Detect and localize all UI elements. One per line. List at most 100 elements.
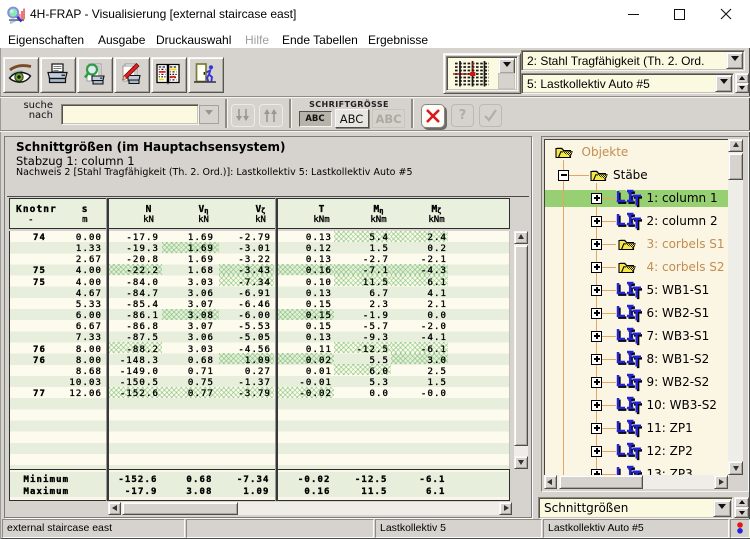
- table-row[interactable]: 7.33-87.53.06-5.050.13-9.3-4.1: [10, 331, 509, 342]
- tree-expander-plus[interactable]: [591, 285, 602, 296]
- tree-vscroll-track[interactable]: [728, 152, 743, 461]
- fontsize-small-button[interactable]: ABC: [299, 111, 332, 127]
- tree-item-2-column-2[interactable]: 2: column 2: [647, 214, 718, 228]
- menu-item-ende-tabellen[interactable]: Ende Tabellen: [282, 33, 358, 47]
- vscroll-down-button[interactable]: [514, 456, 528, 469]
- member-icon[interactable]: [615, 327, 642, 346]
- tree-vscrollbar[interactable]: [728, 139, 743, 475]
- table-vscrollbar[interactable]: [514, 231, 528, 469]
- menu-item-eigenschaften[interactable]: Eigenschaften: [8, 33, 84, 47]
- tree-vscroll-thumb[interactable]: [728, 153, 743, 180]
- table-row[interactable]: 4.67-84.73.06-6.910.136.74.1: [10, 286, 509, 297]
- tree-expander-plus[interactable]: [591, 193, 602, 204]
- tree-expander-plus[interactable]: [591, 446, 602, 457]
- table-row[interactable]: 768.00-88.23.03-4.560.11-12.5-6.1: [10, 342, 509, 353]
- tree-item-9-wb2-s2[interactable]: 9: WB2-S2: [647, 375, 710, 389]
- tree-hscroll-left-button[interactable]: [544, 475, 558, 489]
- search-combo[interactable]: [61, 104, 199, 125]
- tree-item-7-wb3-s1[interactable]: 7: WB3-S1: [647, 329, 710, 343]
- toolbar-button-print-select[interactable]: [114, 57, 150, 93]
- member-icon[interactable]: [615, 350, 642, 369]
- tree-expander-plus[interactable]: [591, 377, 602, 388]
- menu-item-druckauswahl[interactable]: Druckauswahl: [156, 33, 231, 47]
- toolbar-button-book[interactable]: [151, 57, 187, 93]
- tree-item-1-column-1[interactable]: 1: column 1: [647, 191, 718, 205]
- lastkollektiv-combo-dropdown-button[interactable]: [715, 75, 732, 92]
- hscroll-left-button[interactable]: [108, 502, 121, 516]
- member-icon[interactable]: [615, 281, 642, 300]
- tree-expander-plus[interactable]: [591, 354, 602, 365]
- tree-expander-plus[interactable]: [591, 216, 602, 227]
- table-row[interactable]: 754.00-22.21.68-3.430.16-7.1-4.3: [10, 264, 509, 275]
- table-row[interactable]: 768.00-148.30.681.090.025.53.0: [10, 353, 509, 364]
- tree-expander-plus[interactable]: [591, 308, 602, 319]
- table-row[interactable]: 7712.06-152.60.77-3.79-0.020.0-0.0: [10, 387, 509, 398]
- table-row[interactable]: 2.67-20.81.69-3.220.13-2.7-2.1: [10, 253, 509, 264]
- member-icon[interactable]: [615, 212, 642, 231]
- table-body[interactable]: 740.00-17.91.69-2.790.135.42.41.33-19.31…: [9, 231, 510, 469]
- tree-item-10-wb3-s2[interactable]: 10: WB3-S2: [647, 398, 717, 412]
- member-icon[interactable]: [615, 419, 642, 438]
- toolbar-button-printer[interactable]: [40, 57, 76, 93]
- folder-icon[interactable]: [555, 145, 573, 159]
- tree-expander-plus[interactable]: [591, 331, 602, 342]
- result-type-combo[interactable]: Schnittgrößen: [538, 497, 733, 519]
- tree-hscroll-right-button[interactable]: [714, 475, 728, 489]
- member-icon[interactable]: [615, 189, 642, 208]
- table-row[interactable]: 754.00-84.03.03-7.340.1011.56.1: [10, 275, 509, 286]
- result-type-dropdown-button[interactable]: [713, 500, 731, 517]
- hscroll-right-button[interactable]: [499, 502, 512, 516]
- tree-hscrollbar[interactable]: [544, 475, 728, 489]
- tree-item-5-wb1-s1[interactable]: 5: WB1-S1: [647, 283, 710, 297]
- table-row[interactable]: 740.00-17.91.69-2.790.135.42.4: [10, 231, 509, 242]
- tree-expander-plus[interactable]: [591, 239, 602, 250]
- table-hscrollbar[interactable]: [108, 502, 512, 516]
- toolbar-button-eye[interactable]: [3, 57, 39, 93]
- member-icon[interactable]: [615, 304, 642, 323]
- minimize-button[interactable]: [623, 0, 643, 28]
- toolbar-button-print-preview[interactable]: [77, 57, 113, 93]
- tree-vscroll-up-button[interactable]: [728, 139, 743, 153]
- tree-expander-plus[interactable]: [591, 262, 602, 273]
- toolbar-button-exit[interactable]: [188, 57, 224, 93]
- member-icon[interactable]: [615, 396, 642, 415]
- nachweis-combo-dropdown-button[interactable]: [726, 52, 743, 69]
- tree-item-4-corbels-s2[interactable]: 4: corbels S2: [647, 260, 725, 274]
- vscroll-up-button[interactable]: [514, 231, 528, 244]
- fontsize-medium-button[interactable]: ABC: [335, 109, 369, 128]
- table-row[interactable]: 6.67-86.83.07-5.530.15-5.7-2.0: [10, 320, 509, 331]
- menu-item-hilfe[interactable]: Hilfe: [245, 33, 269, 47]
- table-row[interactable]: 8.68-149.00.710.270.016.02.5: [10, 364, 509, 375]
- hscroll-thumb[interactable]: [122, 502, 238, 516]
- vscroll-thumb[interactable]: [514, 245, 528, 446]
- lastkollektiv-combo[interactable]: 5: Lastkollektiv Auto #5: [521, 73, 734, 94]
- tree-expander-plus[interactable]: [591, 423, 602, 434]
- table-row[interactable]: 10.03-150.50.75-1.37-0.015.31.5: [10, 375, 509, 386]
- folder-icon[interactable]: [618, 260, 636, 274]
- tree-expander-minus[interactable]: [558, 170, 569, 181]
- member-icon[interactable]: [615, 373, 642, 392]
- tree-hscroll-thumb[interactable]: [559, 475, 643, 489]
- menu-item-ausgabe[interactable]: Ausgabe: [98, 33, 145, 47]
- tree-item-stäbe[interactable]: Stäbe: [613, 168, 648, 182]
- cancel-button[interactable]: [421, 104, 445, 128]
- tree-vscroll-down-button[interactable]: [728, 461, 743, 475]
- table-row[interactable]: 6.00-86.13.08-6.000.15-1.90.0: [10, 309, 509, 320]
- tree-item-11-zp1[interactable]: 11: ZP1: [647, 421, 693, 435]
- member-icon[interactable]: [615, 442, 642, 461]
- spinner-down-button[interactable]: [735, 83, 749, 94]
- tree-item-objekte[interactable]: Objekte: [582, 145, 629, 159]
- menu-item-ergebnisse[interactable]: Ergebnisse: [368, 33, 428, 47]
- tree-item-12-zp2[interactable]: 12: ZP2: [647, 444, 693, 458]
- maximize-button[interactable]: [669, 0, 689, 28]
- tree-item-6-wb2-s1[interactable]: 6: WB2-S1: [647, 306, 710, 320]
- tree-item-8-wb1-s2[interactable]: 8: WB1-S2: [647, 352, 710, 366]
- table-row[interactable]: 1.33-19.31.69-3.010.121.50.2: [10, 242, 509, 253]
- folder-icon[interactable]: [590, 168, 608, 182]
- tree-expander-plus[interactable]: [591, 400, 602, 411]
- tree-item-3-corbels-s1[interactable]: 3: corbels S1: [647, 237, 725, 251]
- table-row[interactable]: 5.33-85.43.07-6.460.152.32.1: [10, 297, 509, 308]
- folder-icon[interactable]: [618, 237, 636, 251]
- search-input[interactable]: [65, 106, 189, 122]
- nachweis-combo[interactable]: 2: Stahl Tragfähigkeit (Th. 2. Ord.: [521, 50, 745, 71]
